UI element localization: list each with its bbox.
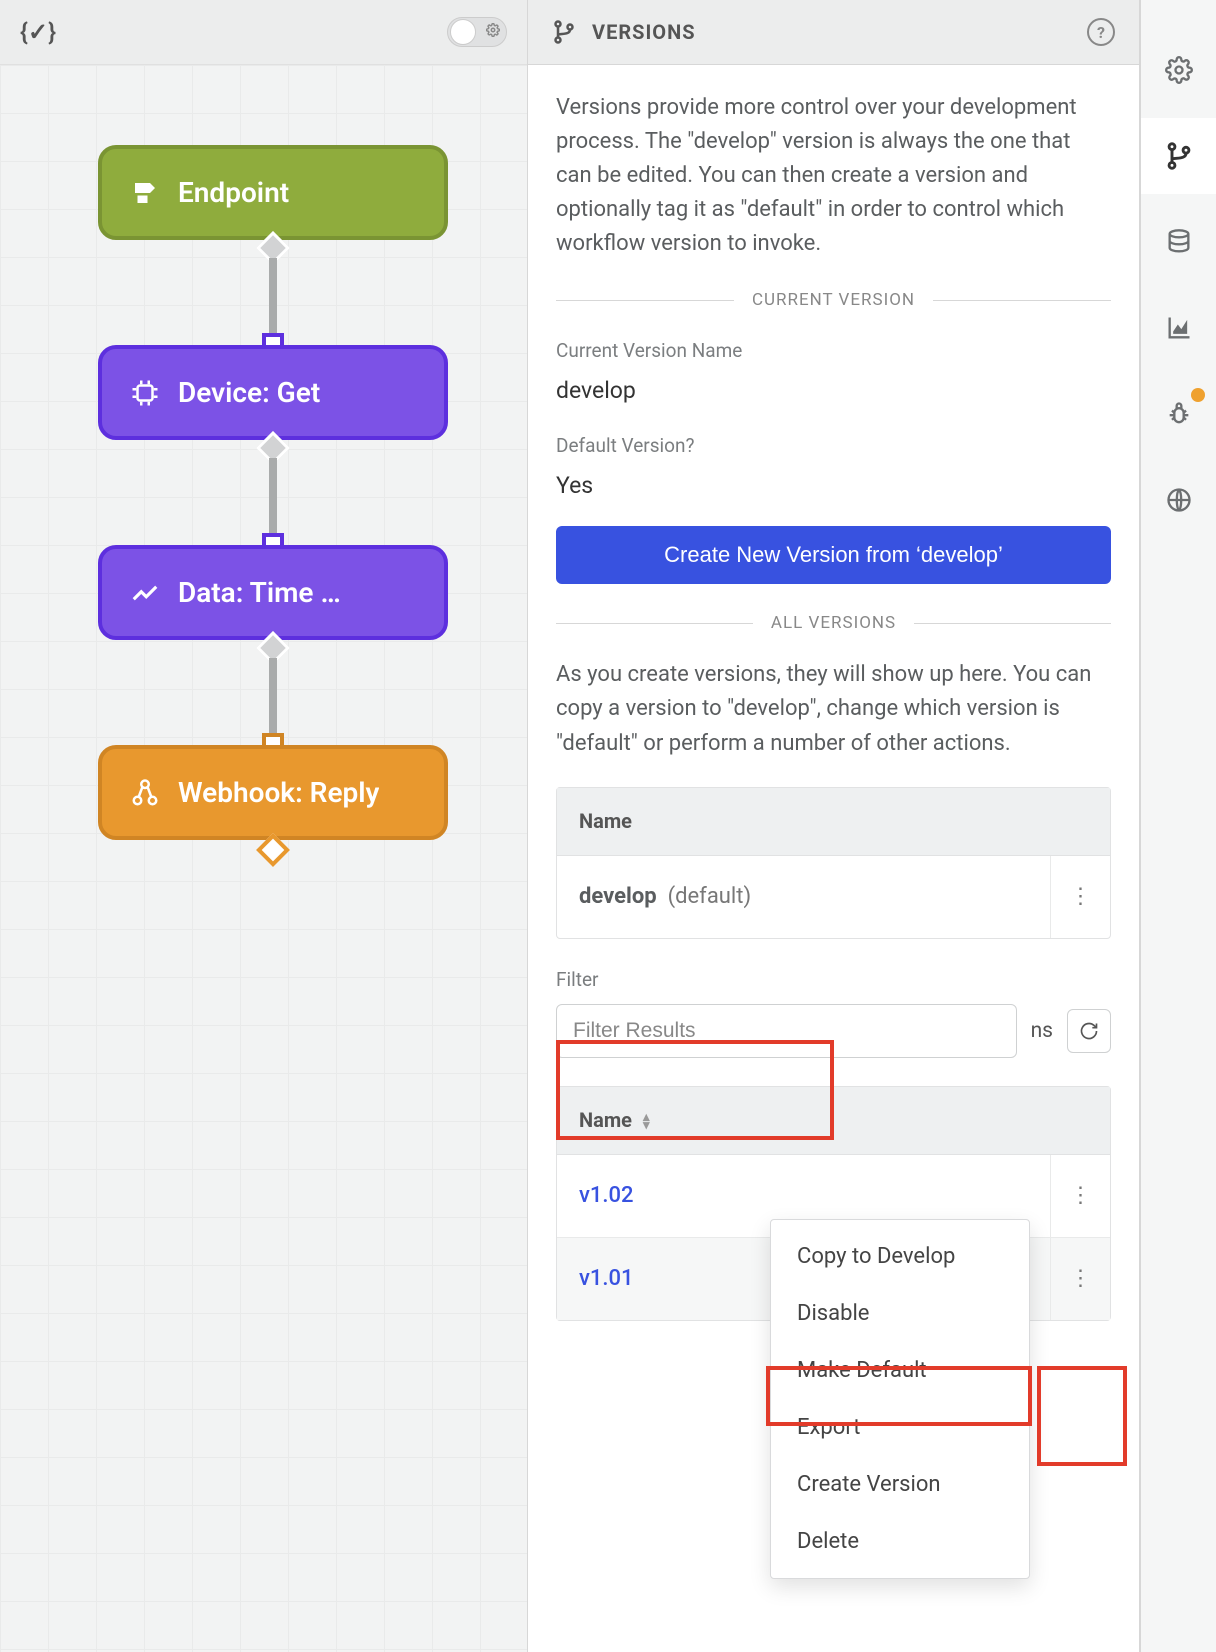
column-header-name-sort[interactable]: Name ▴▾ [557, 1087, 1110, 1155]
connector [269, 658, 277, 743]
default-tag: (default) [668, 884, 752, 909]
rail-database[interactable] [1141, 204, 1216, 280]
refresh-button[interactable] [1067, 1009, 1111, 1053]
menu-make-default[interactable]: Make Default [771, 1342, 1029, 1399]
chart-icon [130, 578, 160, 608]
value-current-version: develop [556, 373, 1111, 409]
row-actions-v101[interactable]: ⋮ [1050, 1238, 1110, 1320]
rail-world[interactable] [1141, 462, 1216, 538]
create-version-button[interactable]: Create New Version from ‘develop’ [556, 526, 1111, 584]
filter-label: Filter [556, 965, 1111, 994]
rail-analytics[interactable] [1141, 290, 1216, 366]
branch-icon [552, 20, 576, 44]
toggle-knob [450, 19, 476, 45]
node-device-get[interactable]: Device: Get [98, 345, 448, 440]
globe-icon [1165, 486, 1193, 514]
all-versions-description: As you create versions, they will show u… [556, 658, 1111, 760]
warning-badge [1191, 388, 1205, 402]
canvas-toggle[interactable] [447, 17, 507, 47]
label-current-version: Current Version Name [556, 336, 1111, 365]
analytics-icon [1165, 314, 1193, 342]
node-label: Endpoint [178, 176, 289, 209]
menu-create-version[interactable]: Create Version [771, 1456, 1029, 1513]
node-label: Device: Get [178, 376, 320, 409]
connector [269, 458, 277, 543]
truncated-text: ns [1031, 1015, 1053, 1048]
canvas-toolbar: {✓} [0, 0, 527, 65]
version-row-develop[interactable]: develop (default) ⋮ [557, 856, 1110, 938]
node-webhook-reply[interactable]: Webhook: Reply [98, 745, 448, 840]
right-icon-rail [1140, 0, 1216, 1652]
lambda-icon [130, 778, 160, 808]
menu-delete[interactable]: Delete [771, 1513, 1029, 1570]
section-all-versions: ALL VERSIONS [556, 610, 1111, 636]
node-data-time[interactable]: Data: Time … [98, 545, 448, 640]
panel-body: Versions provide more control over your … [528, 65, 1139, 1321]
help-icon[interactable]: ? [1087, 18, 1115, 46]
connector [269, 258, 277, 343]
value-default-version: Yes [556, 468, 1111, 504]
panel-header: VERSIONS ? [528, 0, 1139, 65]
version-context-menu: Copy to Develop Disable Make Default Exp… [770, 1219, 1030, 1579]
node-label: Data: Time … [178, 576, 341, 609]
label-default-version: Default Version? [556, 431, 1111, 460]
gear-icon [1165, 56, 1193, 84]
row-actions-v102[interactable]: ⋮ [1050, 1155, 1110, 1237]
filter-input[interactable] [556, 1004, 1017, 1058]
refresh-icon [1079, 1021, 1099, 1041]
json-brackets-icon: {✓} [20, 18, 56, 46]
rail-versions[interactable] [1141, 118, 1216, 194]
chip-icon [130, 378, 160, 408]
panel-title: VERSIONS [592, 20, 696, 44]
sort-icon: ▴▾ [643, 1114, 650, 1130]
section-current-version: CURRENT VERSION [556, 287, 1111, 313]
rail-settings[interactable] [1141, 32, 1216, 108]
column-header-name: Name [557, 788, 1110, 856]
branch-icon [1165, 142, 1193, 170]
menu-copy-to-develop[interactable]: Copy to Develop [771, 1228, 1029, 1285]
canvas-grid[interactable]: Endpoint Device: Get Data: Time … Webhoo… [0, 65, 527, 1652]
database-icon [1165, 228, 1193, 256]
node-endpoint[interactable]: Endpoint [98, 145, 448, 240]
menu-disable[interactable]: Disable [771, 1285, 1029, 1342]
rail-debug[interactable] [1141, 376, 1216, 452]
node-label: Webhook: Reply [178, 776, 379, 809]
gear-icon [486, 23, 500, 41]
plug-icon [130, 178, 160, 208]
version-name: develop [579, 884, 657, 909]
develop-version-table: Name develop (default) ⋮ [556, 787, 1111, 939]
workflow-canvas: {✓} Endpoint Device: Get Data: Time … [0, 0, 527, 1652]
menu-export[interactable]: Export [771, 1399, 1029, 1456]
row-actions-develop[interactable]: ⋮ [1050, 856, 1110, 938]
bug-icon [1165, 400, 1193, 428]
panel-description: Versions provide more control over your … [556, 91, 1111, 261]
